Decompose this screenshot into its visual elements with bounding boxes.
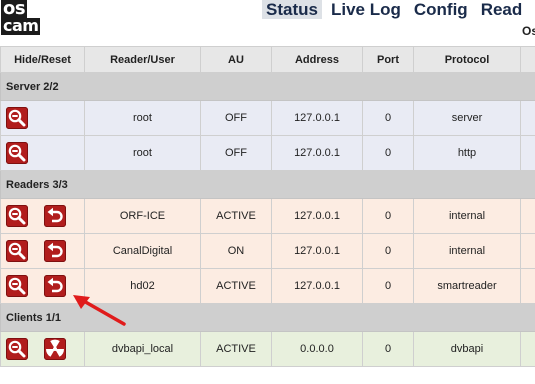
protocol-cell: dvbapi xyxy=(413,331,521,367)
port-cell: 0 xyxy=(362,198,414,234)
hide-magnifier-icon[interactable] xyxy=(6,240,28,262)
au-cell: ON xyxy=(200,233,272,269)
au-cell: ACTIVE xyxy=(200,198,272,234)
address-cell: 127.0.0.1 xyxy=(271,135,363,171)
table-row: CanalDigital ON 127.0.0.1 0 internal xyxy=(0,233,535,269)
au-cell: OFF xyxy=(200,135,272,171)
red-pointer-arrow-icon xyxy=(73,295,126,326)
port-cell: 0 xyxy=(362,331,414,367)
au-cell: OFF xyxy=(200,100,272,136)
reset-arrow-icon[interactable] xyxy=(44,240,66,262)
reader-user-cell: root xyxy=(84,100,201,136)
address-cell: 127.0.0.1 xyxy=(271,100,363,136)
hide-magnifier-icon[interactable] xyxy=(6,107,28,129)
col-hide-reset: Hide/Reset xyxy=(0,46,85,73)
oscam-logo: os cam xyxy=(0,0,41,38)
nav-config[interactable]: Config xyxy=(410,0,472,19)
logo-line-2: cam xyxy=(1,16,41,35)
address-cell: 127.0.0.1 xyxy=(271,233,363,269)
reset-arrow-icon[interactable] xyxy=(44,205,66,227)
table-header-row: Hide/Reset Reader/User AU Address Port P… xyxy=(0,46,535,73)
col-reader-user: Reader/User xyxy=(84,46,201,73)
section-title: Server 2/2 xyxy=(0,72,535,101)
reader-user-cell: ORF-ICE xyxy=(84,198,201,234)
col-au: AU xyxy=(200,46,272,73)
section-header-readers: Readers 3/3 xyxy=(0,170,535,199)
port-cell: 0 xyxy=(362,268,414,304)
nav-status[interactable]: Status xyxy=(262,0,322,19)
address-cell: 127.0.0.1 xyxy=(271,198,363,234)
nav-live-log[interactable]: Live Log xyxy=(327,0,405,19)
port-cell: 0 xyxy=(362,135,414,171)
protocol-cell: smartreader xyxy=(413,268,521,304)
section-header-servers: Server 2/2 xyxy=(0,72,535,101)
table-row: root OFF 127.0.0.1 0 server xyxy=(0,100,535,136)
nav-readers[interactable]: Read xyxy=(477,0,527,19)
au-cell: ACTIVE xyxy=(200,331,272,367)
section-title: Readers 3/3 xyxy=(0,170,535,199)
reader-user-cell: root xyxy=(84,135,201,171)
reader-user-cell: dvbapi_local xyxy=(84,331,201,367)
address-cell: 0.0.0.0 xyxy=(271,331,363,367)
hide-magnifier-icon[interactable] xyxy=(6,142,28,164)
radiation-icon[interactable] xyxy=(44,338,66,360)
col-protocol: Protocol xyxy=(413,46,521,73)
au-cell: ACTIVE xyxy=(200,268,272,304)
hide-magnifier-icon[interactable] xyxy=(6,205,28,227)
protocol-cell: internal xyxy=(413,198,521,234)
col-extra xyxy=(520,46,535,73)
hide-magnifier-icon[interactable] xyxy=(6,338,28,360)
protocol-cell: http xyxy=(413,135,521,171)
reader-user-cell: CanalDigital xyxy=(84,233,201,269)
hide-magnifier-icon[interactable] xyxy=(6,275,28,297)
protocol-cell: internal xyxy=(413,233,521,269)
table-row: ORF-ICE ACTIVE 127.0.0.1 0 internal xyxy=(0,198,535,234)
page-subtitle: Os xyxy=(522,24,535,38)
reset-arrow-icon[interactable] xyxy=(44,275,66,297)
table-row: root OFF 127.0.0.1 0 http xyxy=(0,135,535,171)
col-port: Port xyxy=(362,46,414,73)
col-address: Address xyxy=(271,46,363,73)
protocol-cell: server xyxy=(413,100,521,136)
top-nav: Status Live Log Config Read xyxy=(262,0,531,22)
address-cell: 127.0.0.1 xyxy=(271,268,363,304)
port-cell: 0 xyxy=(362,100,414,136)
table-row: dvbapi_local ACTIVE 0.0.0.0 0 dvbapi xyxy=(0,331,535,367)
port-cell: 0 xyxy=(362,233,414,269)
